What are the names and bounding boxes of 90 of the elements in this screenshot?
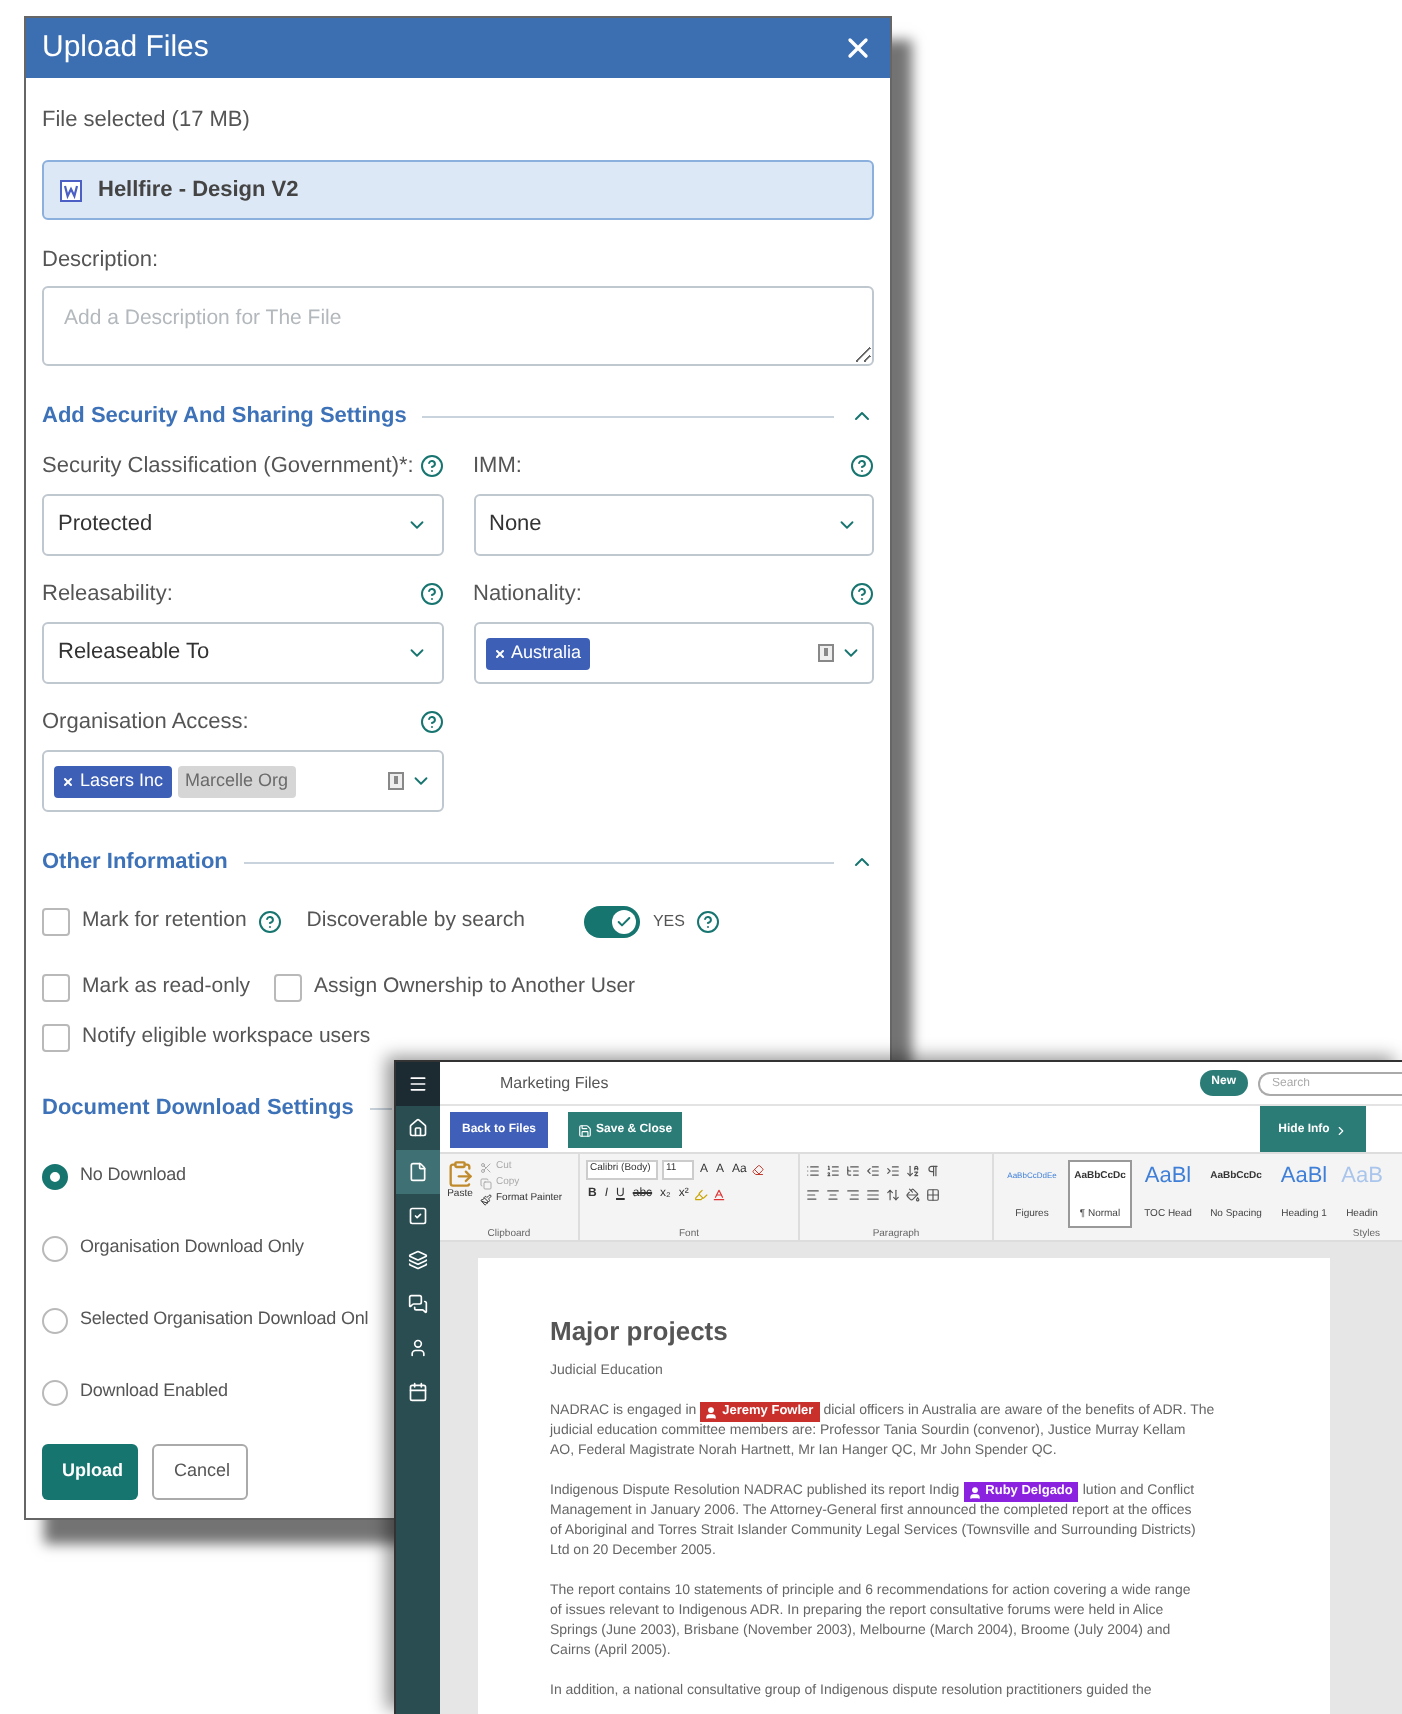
- align-center-icon[interactable]: [826, 1188, 840, 1202]
- justify-icon[interactable]: [866, 1188, 880, 1202]
- calendar-icon: [408, 1382, 428, 1402]
- user-icon: [704, 1405, 719, 1419]
- checkbox[interactable]: [42, 908, 70, 936]
- file-size-label: File selected (17 MB): [42, 106, 252, 134]
- bullet-list-icon[interactable]: [806, 1164, 820, 1178]
- radio-button[interactable]: [42, 1379, 68, 1405]
- increase-indent-icon[interactable]: [886, 1164, 900, 1178]
- checkbox-label: Assign Ownership to Another User: [314, 972, 636, 1003]
- help-icon[interactable]: [419, 454, 443, 478]
- radio-button[interactable]: [42, 1163, 68, 1189]
- scissors-icon: [480, 1161, 492, 1173]
- dialog-title: Upload Files: [42, 27, 211, 68]
- close-icon[interactable]: [842, 32, 874, 64]
- section-title: Add Security And Sharing Settings: [42, 401, 407, 432]
- home-icon: [408, 1118, 428, 1138]
- clear-icon[interactable]: [387, 772, 403, 790]
- file-name: Hellfire - Design V2: [98, 175, 299, 206]
- eraser-icon[interactable]: [752, 1164, 765, 1176]
- tag-chip[interactable]: Lasers Inc: [54, 765, 172, 797]
- checkbox-label: Notify eligible workspace users: [82, 1022, 371, 1053]
- description-label: Description:: [42, 246, 161, 274]
- radio-label: Selected Organisation Download Onl: [80, 1306, 369, 1333]
- help-icon[interactable]: [258, 910, 283, 934]
- help-icon[interactable]: [850, 454, 874, 478]
- upload-button[interactable]: Upload: [42, 1444, 138, 1500]
- tag-chip[interactable]: Australia: [485, 637, 590, 669]
- word-document-icon: [60, 179, 82, 201]
- field-label: IMM:: [473, 451, 522, 482]
- field-label: Nationality:: [473, 579, 582, 610]
- copy-icon: [480, 1177, 492, 1189]
- numbered-list-icon[interactable]: [826, 1164, 840, 1178]
- sidebar-item[interactable]: [396, 1062, 440, 1106]
- section-title: Other Information: [42, 847, 228, 878]
- sidebar-item[interactable]: [396, 1150, 440, 1194]
- field-label: Security Classification (Government)*:: [42, 451, 414, 482]
- decrease-indent-icon[interactable]: [866, 1164, 880, 1178]
- multi-select-field[interactable]: Australia: [473, 622, 874, 684]
- help-icon[interactable]: [696, 910, 721, 934]
- help-icon[interactable]: [419, 582, 443, 606]
- chevron-right-icon: [1333, 1124, 1348, 1138]
- section-title: Document Download Settings: [42, 1093, 354, 1124]
- layers-icon: [408, 1250, 428, 1270]
- select-field[interactable]: None: [473, 494, 874, 556]
- checkbox-label: Mark as read-only: [82, 972, 251, 1003]
- line-spacing-icon[interactable]: [886, 1188, 900, 1202]
- window-title: Marketing Files: [500, 1071, 611, 1095]
- clipboard-icon: [446, 1160, 474, 1188]
- radio-label: No Download: [80, 1162, 186, 1189]
- toggle-switch[interactable]: [584, 906, 641, 938]
- align-right-icon[interactable]: [846, 1188, 860, 1202]
- align-left-icon[interactable]: [806, 1188, 820, 1202]
- paintbrush-icon: [480, 1193, 492, 1205]
- field-label: Organisation Access:: [42, 707, 249, 738]
- radio-label: Organisation Download Only: [80, 1234, 304, 1261]
- sort-icon[interactable]: [906, 1164, 920, 1178]
- document-heading: Major projects: [550, 1316, 728, 1348]
- borders-icon[interactable]: [926, 1188, 940, 1202]
- description-field[interactable]: Add a Description for The File: [42, 286, 874, 366]
- multilevel-list-icon[interactable]: [846, 1164, 860, 1178]
- select-field[interactable]: Releaseable To: [42, 622, 443, 684]
- select-field[interactable]: Protected: [42, 494, 443, 556]
- remove-icon[interactable]: [62, 775, 74, 787]
- checkbox[interactable]: [274, 974, 303, 1002]
- remove-icon[interactable]: [493, 647, 505, 659]
- user-icon: [408, 1338, 428, 1358]
- font-color-icon[interactable]: [712, 1188, 727, 1202]
- cancel-button[interactable]: Cancel: [152, 1444, 248, 1500]
- check-icon: [616, 914, 633, 930]
- radio-button[interactable]: [42, 1307, 68, 1333]
- checkbox-label: Mark for retention: [82, 906, 247, 937]
- radio-button[interactable]: [42, 1235, 68, 1261]
- save-icon: [578, 1123, 593, 1137]
- field-label: Releasability:: [42, 579, 173, 610]
- help-icon[interactable]: [419, 710, 443, 734]
- shading-icon[interactable]: [906, 1188, 920, 1202]
- help-icon[interactable]: [850, 582, 874, 606]
- toggle-label: Discoverable by search: [306, 906, 525, 937]
- user-icon: [967, 1485, 982, 1499]
- chat-icon: [408, 1294, 428, 1314]
- document-icon: [408, 1162, 428, 1182]
- checkbox[interactable]: [42, 974, 70, 1002]
- checkbox-icon: [408, 1206, 428, 1226]
- toggle-state: YES: [652, 910, 685, 934]
- menu-icon: [408, 1074, 428, 1094]
- radio-label: Download Enabled: [80, 1378, 228, 1405]
- pilcrow-icon[interactable]: [926, 1164, 940, 1178]
- checkbox[interactable]: [42, 1024, 70, 1052]
- clear-icon[interactable]: [818, 644, 834, 662]
